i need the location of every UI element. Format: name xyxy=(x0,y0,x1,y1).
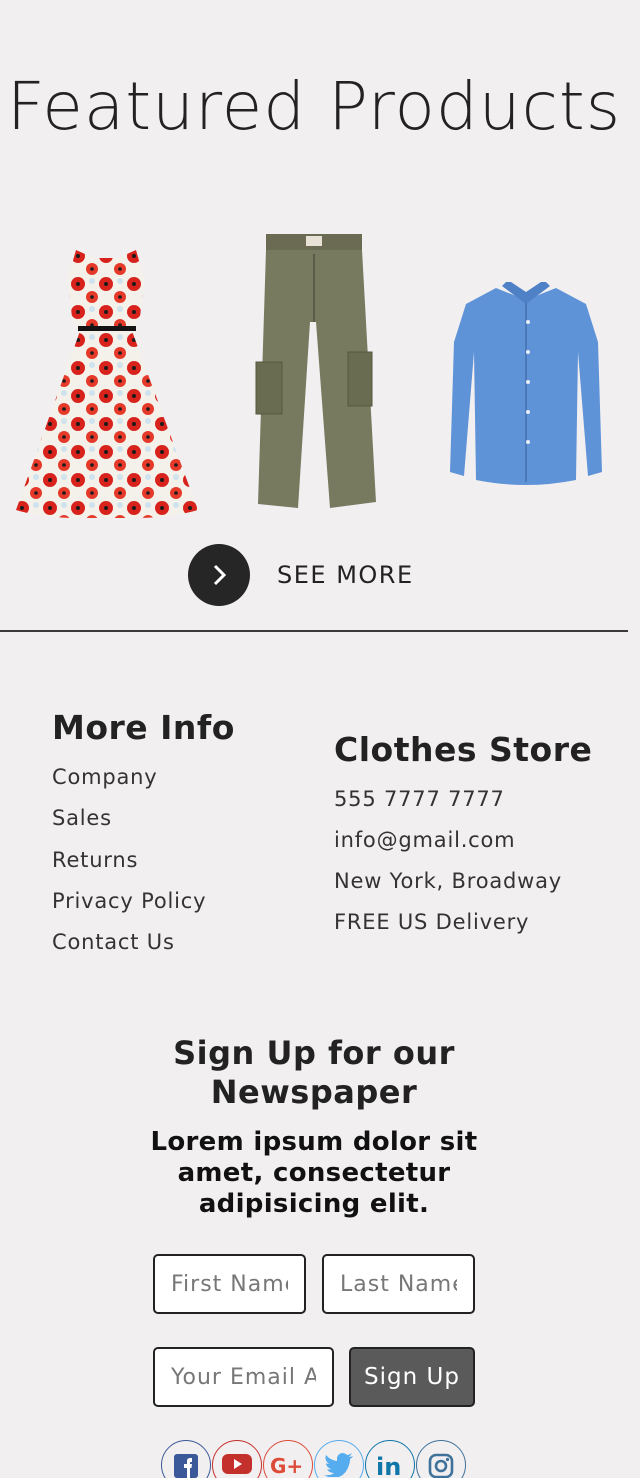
chevron-right-icon xyxy=(188,544,250,606)
section-divider xyxy=(0,630,628,632)
twitter-icon[interactable] xyxy=(314,1440,364,1478)
svg-text:G+: G+ xyxy=(270,1454,303,1477)
email-input[interactable] xyxy=(153,1347,334,1407)
store-address: New York, Broadway xyxy=(334,869,563,893)
footer-link-sales[interactable]: Sales xyxy=(52,806,112,830)
see-more-label: SEE MORE xyxy=(277,561,414,589)
store-phone: 555 7777 7777 xyxy=(334,787,505,811)
product-shirt-image[interactable] xyxy=(446,282,606,492)
more-info-heading: More Info xyxy=(52,708,235,747)
facebook-icon[interactable] xyxy=(161,1440,211,1478)
linkedin-icon[interactable]: in xyxy=(365,1440,415,1478)
footer-link-contact-us[interactable]: Contact Us xyxy=(52,930,175,954)
footer-link-company[interactable]: Company xyxy=(52,765,158,789)
featured-title: Featured Products xyxy=(6,68,622,145)
svg-text:in: in xyxy=(376,1453,401,1478)
instagram-icon[interactable] xyxy=(416,1440,466,1478)
last-name-input[interactable] xyxy=(322,1254,475,1314)
sign-up-button[interactable]: Sign Up xyxy=(349,1347,475,1407)
youtube-icon[interactable] xyxy=(212,1440,262,1478)
signup-description: Lorem ipsum dolor sit amet, consectetur … xyxy=(150,1127,478,1219)
footer-link-returns[interactable]: Returns xyxy=(52,848,138,872)
store-delivery: FREE US Delivery xyxy=(334,910,530,934)
store-heading: Clothes Store xyxy=(334,730,593,769)
see-more-button[interactable]: SEE MORE xyxy=(188,544,414,606)
store-email: info@gmail.com xyxy=(334,828,516,852)
signup-title: Sign Up for our Newspaper xyxy=(173,1034,455,1111)
product-pants-image[interactable] xyxy=(244,232,384,516)
google-plus-icon[interactable]: G+ xyxy=(263,1440,313,1478)
product-dress-image[interactable] xyxy=(14,248,198,518)
footer-link-privacy-policy[interactable]: Privacy Policy xyxy=(52,889,206,913)
first-name-input[interactable] xyxy=(153,1254,306,1314)
